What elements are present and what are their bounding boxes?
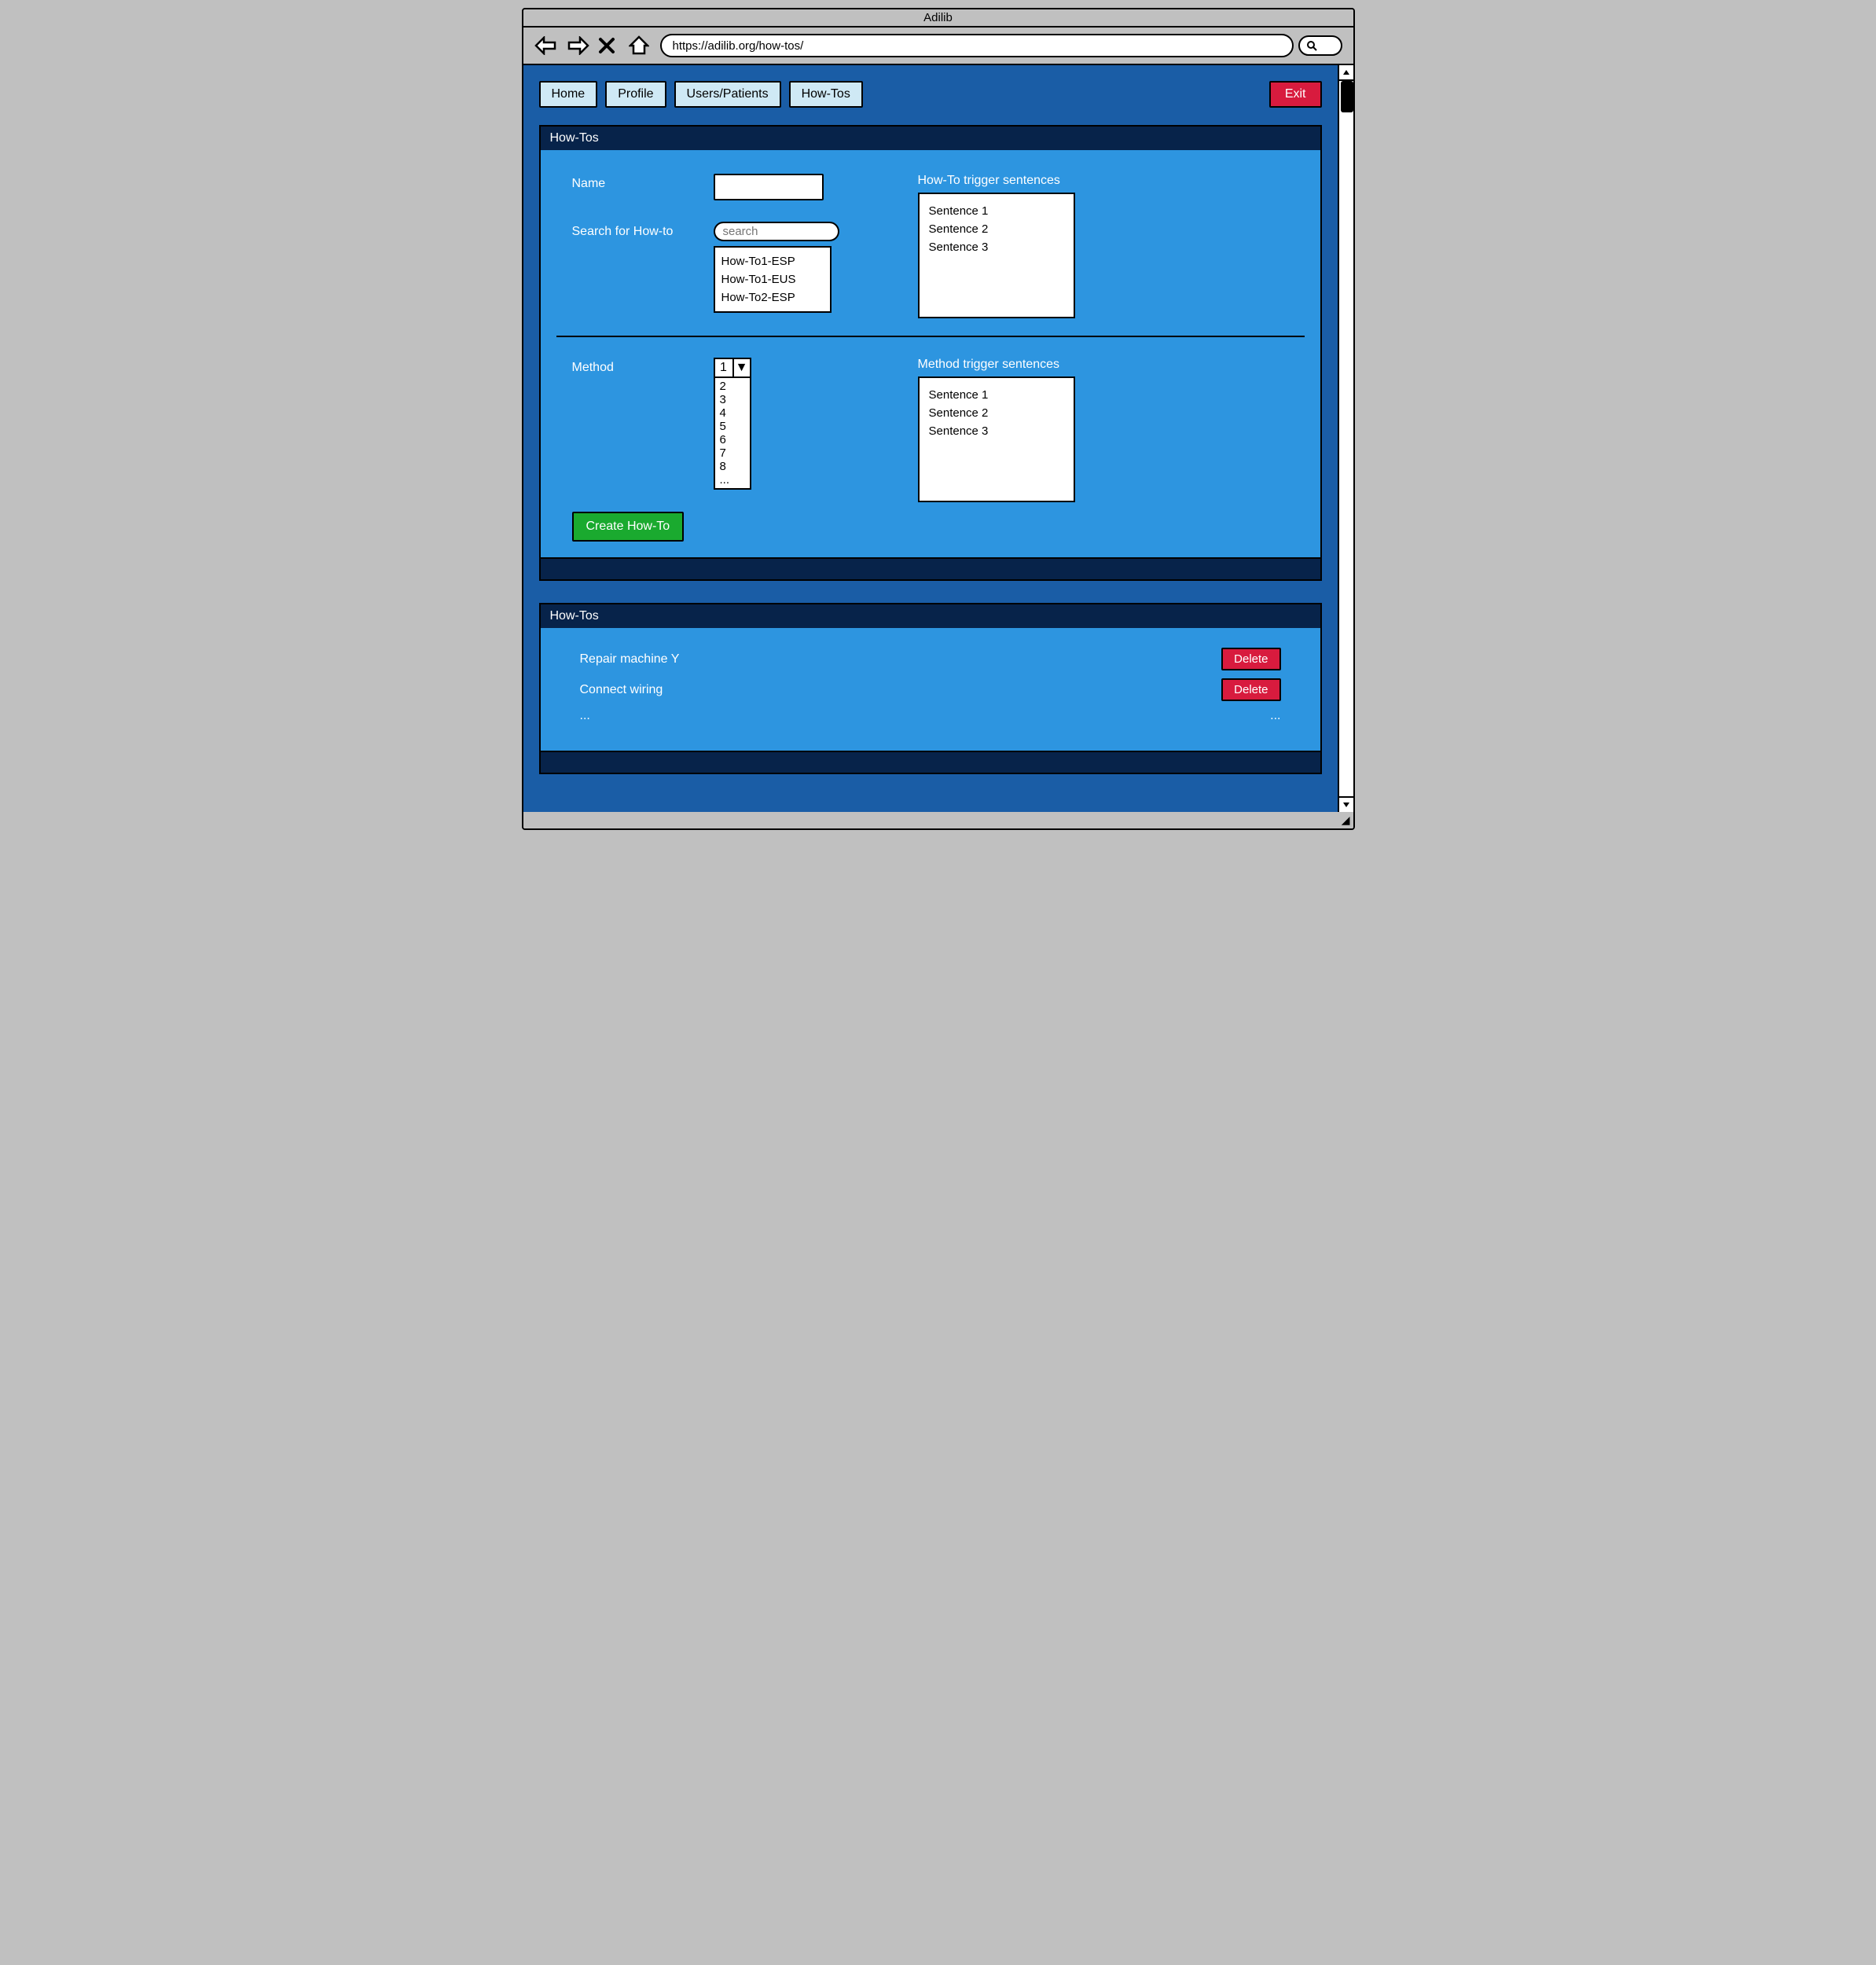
list-item[interactable]: Sentence 1	[929, 202, 1064, 220]
home-button[interactable]	[629, 34, 655, 57]
howto-name: Repair machine Y	[580, 652, 680, 667]
scrollbar-thumb[interactable]	[1341, 81, 1353, 112]
scrollbar-track[interactable]	[1339, 81, 1353, 796]
howto-name: Connect wiring	[580, 683, 663, 697]
table-row: Repair machine Y Delete	[580, 644, 1281, 674]
search-label: Search for How-to	[572, 222, 698, 239]
delete-button[interactable]: Delete	[1221, 678, 1280, 701]
method-label: Method	[572, 358, 698, 375]
close-icon	[597, 36, 616, 55]
method-options: 2 3 4 5 6 7 8 ...	[714, 378, 751, 490]
panel-title: How-Tos	[539, 125, 1322, 150]
list-item[interactable]: ...	[720, 473, 745, 487]
create-howto-button[interactable]: Create How-To	[572, 512, 685, 542]
list-item[interactable]: Sentence 2	[929, 404, 1064, 422]
howto-search-results: How-To1-ESP How-To1-EUS How-To2-ESP	[714, 246, 832, 313]
search-icon	[1306, 40, 1317, 51]
window-title: Adilib	[523, 9, 1353, 28]
table-row: Connect wiring Delete	[580, 674, 1281, 705]
list-item[interactable]: 4	[720, 406, 745, 420]
chevron-down-icon	[1342, 802, 1350, 808]
list-item[interactable]: 8	[720, 460, 745, 473]
tab-home[interactable]: Home	[539, 81, 598, 108]
url-input[interactable]	[660, 34, 1294, 57]
panel-title: How-Tos	[539, 603, 1322, 628]
list-item[interactable]: 3	[720, 393, 745, 406]
list-item[interactable]: How-To1-EUS	[721, 270, 824, 288]
list-item[interactable]: 7	[720, 446, 745, 460]
tab-profile[interactable]: Profile	[605, 81, 666, 108]
howto-trigger-label: How-To trigger sentences	[918, 174, 1289, 188]
howto-search-input[interactable]	[723, 225, 879, 238]
stop-button[interactable]	[597, 34, 624, 57]
howto-editor-panel: How-Tos Name How-To trigger sentences Se…	[539, 125, 1322, 581]
page-content: Home Profile Users/Patients How-Tos Exit…	[523, 65, 1338, 812]
method-trigger-label: Method trigger sentences	[918, 358, 1289, 372]
exit-button[interactable]: Exit	[1269, 81, 1322, 108]
method-combo[interactable]: 1 ▼	[714, 358, 751, 378]
list-item[interactable]: How-To1-ESP	[721, 252, 824, 270]
list-item[interactable]: Sentence 3	[929, 238, 1064, 256]
howto-name: ...	[580, 709, 590, 723]
howto-search[interactable]	[714, 222, 839, 241]
list-item[interactable]: 2	[720, 380, 745, 393]
arrow-right-icon	[566, 36, 589, 55]
panel-footer	[539, 559, 1322, 581]
list-item[interactable]: Sentence 3	[929, 422, 1064, 440]
ellipsis: ...	[1270, 709, 1280, 723]
howto-trigger-list[interactable]: Sentence 1 Sentence 2 Sentence 3	[918, 193, 1075, 318]
forward-button[interactable]	[566, 34, 593, 57]
browser-search[interactable]	[1298, 35, 1342, 56]
method-selected: 1	[715, 359, 734, 376]
main-nav: Home Profile Users/Patients How-Tos Exit	[539, 81, 1322, 108]
delete-button[interactable]: Delete	[1221, 648, 1280, 670]
name-label: Name	[572, 174, 698, 191]
tab-how-tos[interactable]: How-Tos	[789, 81, 863, 108]
list-item[interactable]: Sentence 2	[929, 220, 1064, 238]
resize-grip[interactable]: ◢	[523, 812, 1353, 828]
chevron-up-icon	[1342, 69, 1350, 75]
list-item[interactable]: 6	[720, 433, 745, 446]
back-button[interactable]	[534, 34, 561, 57]
arrow-left-icon	[534, 36, 558, 55]
list-item[interactable]: 5	[720, 420, 745, 433]
divider	[556, 336, 1305, 337]
panel-footer	[539, 752, 1322, 774]
vertical-scrollbar[interactable]	[1338, 65, 1353, 812]
table-row: ... ...	[580, 705, 1281, 727]
browser-window: Adilib Home Profile Users/Patients How-T…	[522, 8, 1355, 830]
chevron-down-icon: ▼	[734, 359, 750, 376]
tab-users-patients[interactable]: Users/Patients	[674, 81, 781, 108]
name-input[interactable]	[714, 174, 824, 200]
howto-list-panel: How-Tos Repair machine Y Delete Connect …	[539, 603, 1322, 774]
list-item[interactable]: Sentence 1	[929, 386, 1064, 404]
scroll-up-button[interactable]	[1339, 65, 1353, 81]
scroll-down-button[interactable]	[1339, 796, 1353, 812]
method-trigger-list[interactable]: Sentence 1 Sentence 2 Sentence 3	[918, 376, 1075, 502]
browser-toolbar	[523, 28, 1353, 64]
home-icon	[629, 35, 649, 56]
list-item[interactable]: How-To2-ESP	[721, 288, 824, 307]
